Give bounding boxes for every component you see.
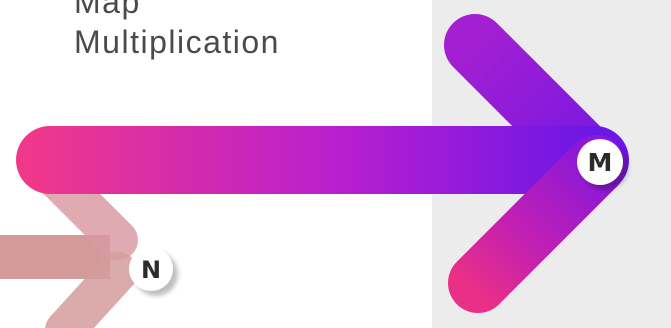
diagram-canvas: Map Multiplication N M (0, 0, 671, 328)
arrow-illustration: N M (0, 14, 629, 328)
node-m-label: M (588, 148, 613, 177)
node-n: N (129, 247, 178, 296)
node-n-label: N (141, 256, 161, 284)
